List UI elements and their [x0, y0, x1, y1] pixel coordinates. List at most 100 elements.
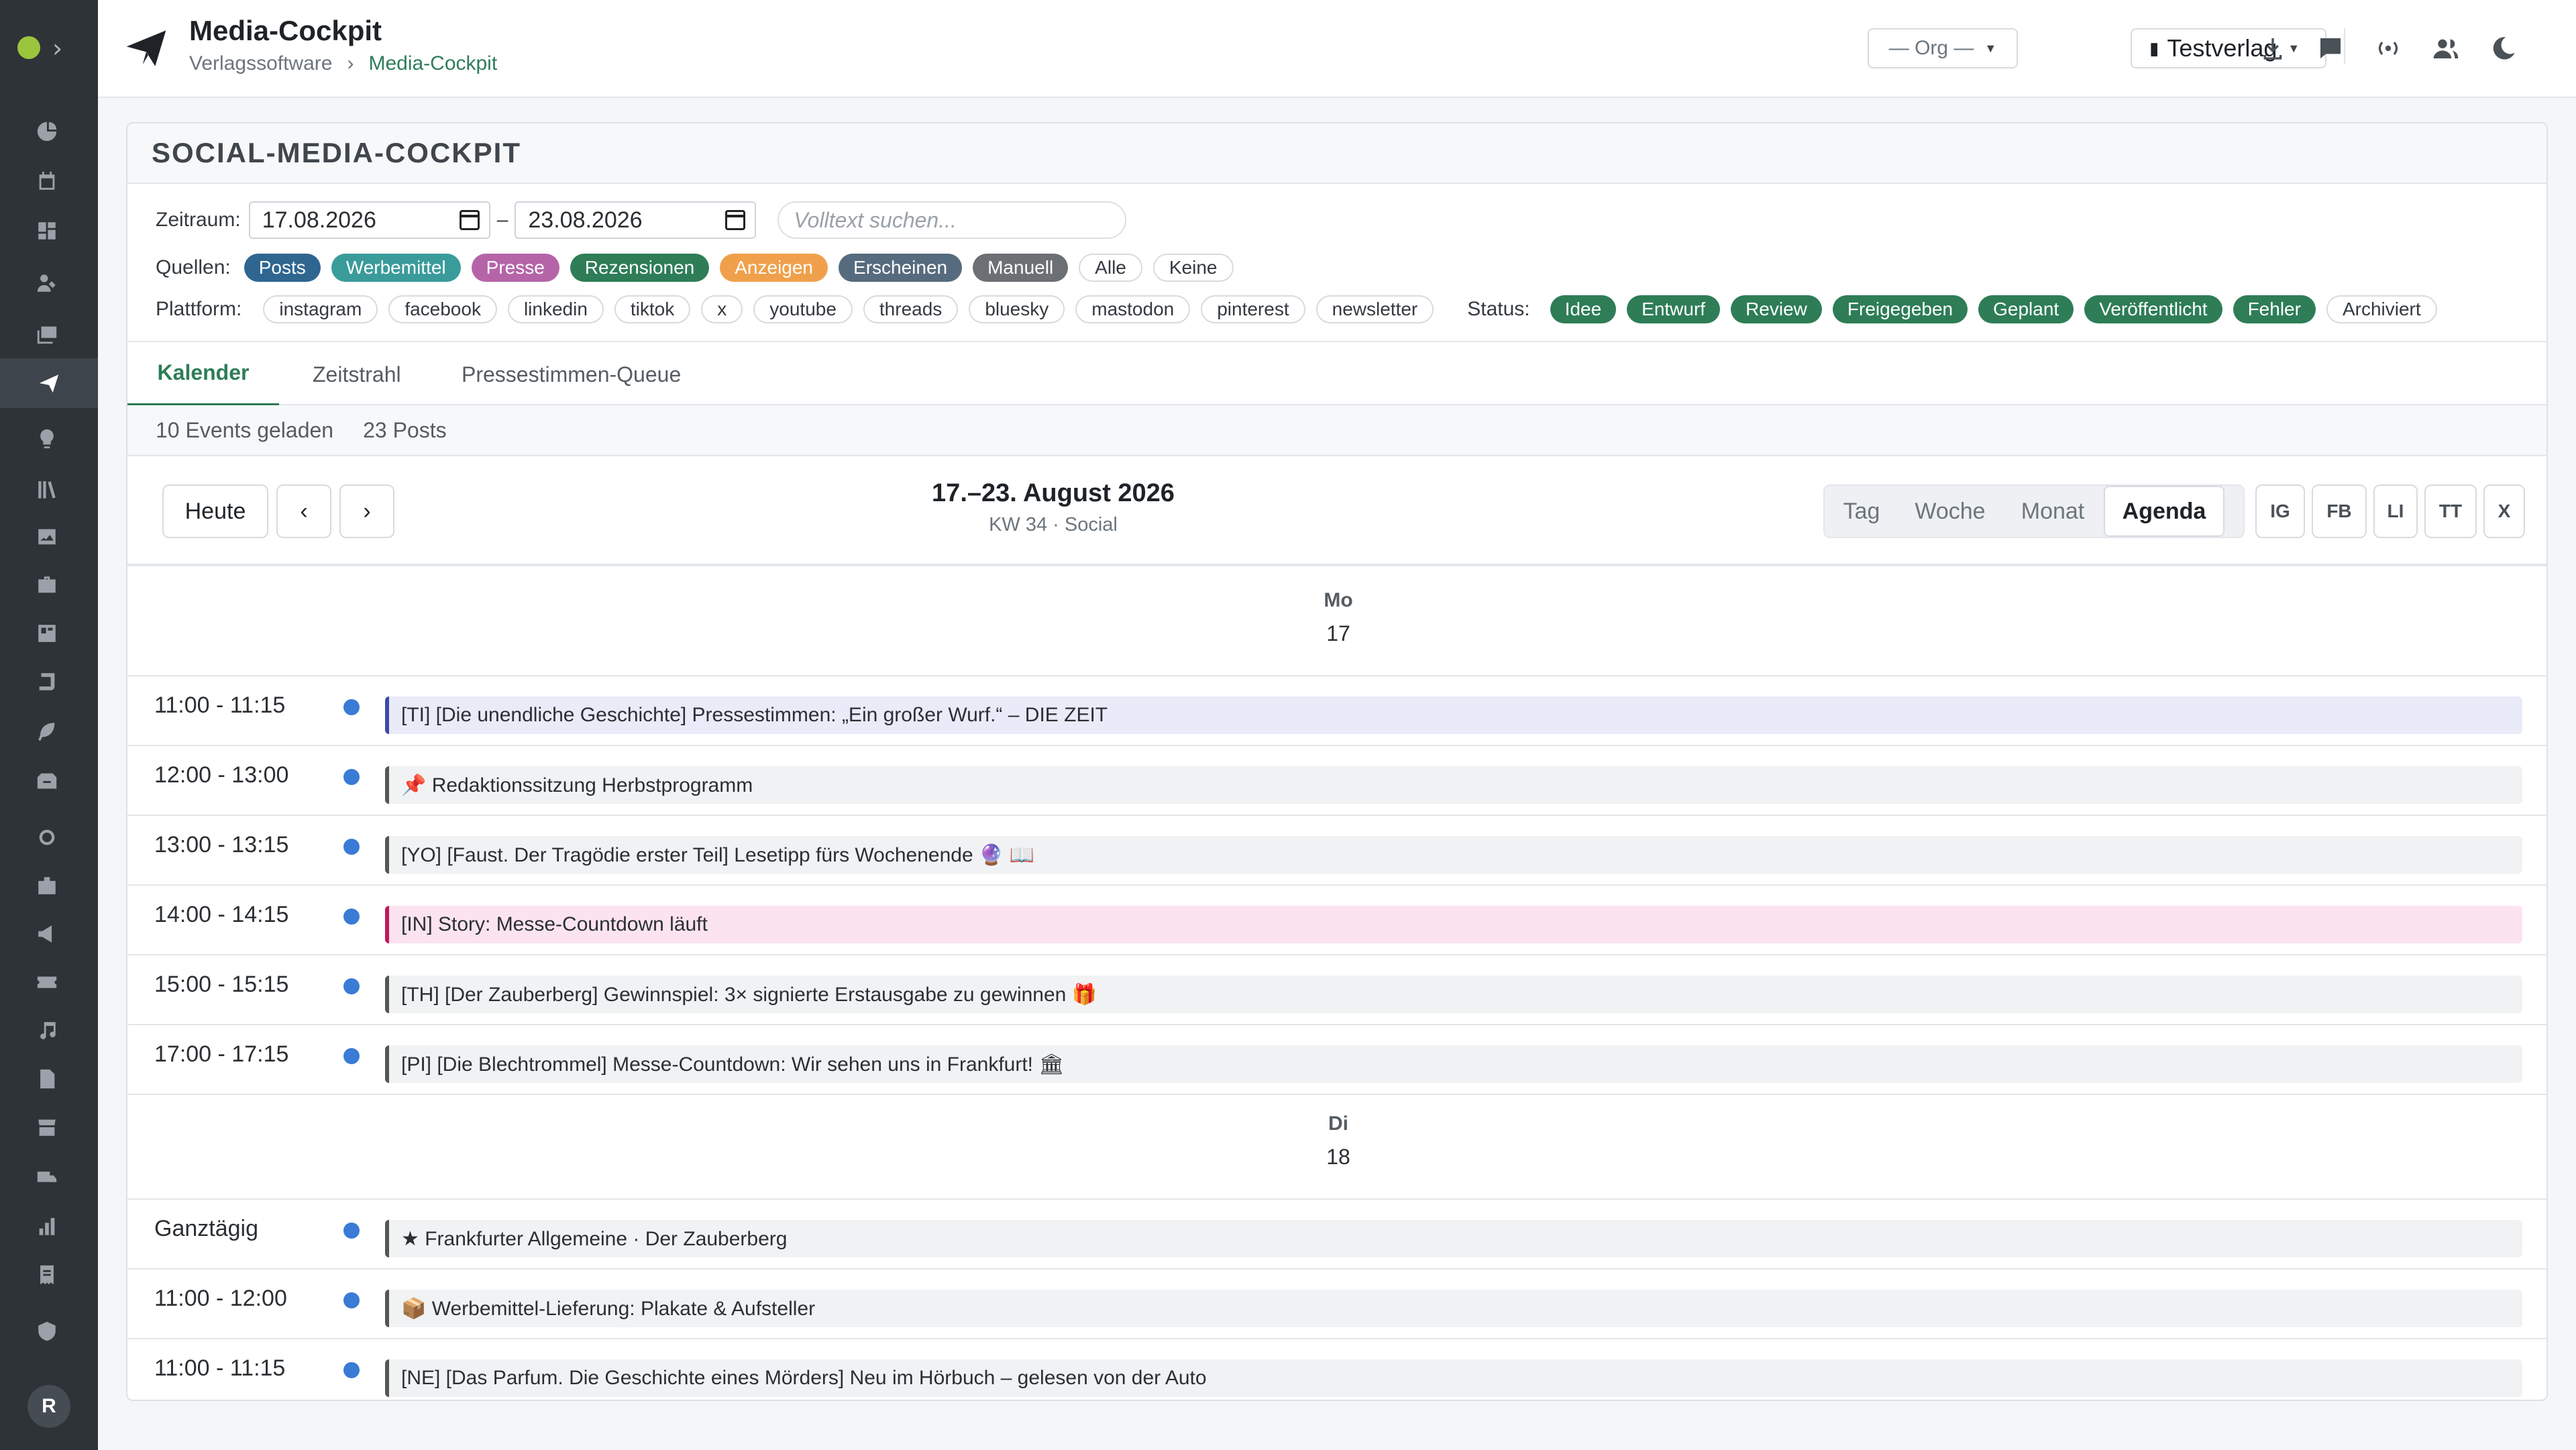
app-logo[interactable]: [17, 36, 40, 59]
verlag-select[interactable]: ▮ Testverlag ▼: [2131, 28, 2326, 68]
store-icon[interactable]: [34, 1114, 60, 1141]
plattform-label: Plattform:: [156, 298, 242, 320]
calendar-icon[interactable]: [34, 168, 60, 195]
users-button[interactable]: [2427, 30, 2465, 67]
event-item[interactable]: 📦 Werbemittel-Lieferung: Plakate & Aufst…: [385, 1290, 2522, 1327]
event-item[interactable]: ★ Frankfurter Allgemeine · Der Zauberber…: [385, 1220, 2522, 1257]
megaphone-icon[interactable]: [34, 921, 60, 947]
document-icon[interactable]: [34, 1066, 60, 1092]
breadcrumb: Verlagssoftware › Media-Cockpit: [189, 52, 497, 75]
plattform-chip-youtube[interactable]: youtube: [753, 295, 853, 323]
platform-button-tt[interactable]: TT: [2424, 484, 2477, 538]
platform-button-fb[interactable]: FB: [2312, 484, 2367, 538]
download-button[interactable]: [2254, 30, 2292, 67]
event-item[interactable]: [TI] [Die unendliche Geschichte] Presses…: [385, 696, 2522, 734]
status-chip-veroeffentlicht[interactable]: Veröffentlicht: [2084, 295, 2222, 323]
quellen-none-button[interactable]: Keine: [1152, 254, 1234, 282]
event-item[interactable]: [PI] [Die Blechtrommel] Messe-Countdown:…: [385, 1045, 2522, 1083]
plattform-chip-newsletter[interactable]: newsletter: [1316, 295, 1434, 323]
tab-kalender[interactable]: Kalender: [127, 342, 279, 407]
platform-button-li[interactable]: LI: [2373, 484, 2418, 538]
archive-icon[interactable]: [34, 768, 60, 794]
day-weekday: Mo: [1324, 589, 1353, 611]
platform-button-ig[interactable]: IG: [2255, 484, 2305, 538]
receipt-icon[interactable]: [34, 1261, 60, 1288]
quelle-chip-rezensionen[interactable]: Rezensionen: [570, 254, 710, 282]
view-tag-button[interactable]: Tag: [1825, 486, 1898, 537]
status-chip-idee[interactable]: Idee: [1550, 295, 1617, 323]
avatar[interactable]: R: [28, 1385, 70, 1428]
feather-icon[interactable]: [34, 718, 60, 745]
chart-icon[interactable]: [34, 1213, 60, 1240]
status-chip-archiviert[interactable]: Archiviert: [2326, 295, 2437, 323]
shield-icon[interactable]: [34, 1318, 60, 1345]
event-time: 11:00 - 11:15: [154, 1355, 286, 1381]
chat-button[interactable]: [2312, 30, 2349, 67]
search-input[interactable]: Volltext suchen...: [777, 201, 1127, 239]
breadcrumb-separator: ›: [347, 52, 354, 74]
status-chip-geplant[interactable]: Geplant: [1978, 295, 2074, 323]
calendar-icon[interactable]: [459, 210, 480, 230]
status-chip-entwurf[interactable]: Entwurf: [1627, 295, 1721, 323]
status-chip-fehler[interactable]: Fehler: [2233, 295, 2316, 323]
quelle-chip-posts[interactable]: Posts: [244, 254, 321, 282]
grid-icon[interactable]: [34, 217, 60, 244]
calendar-icon[interactable]: [725, 210, 746, 230]
stats-bar: 10 Events geladen 23 Posts: [127, 405, 2546, 456]
plattform-chip-linkedin[interactable]: linkedin: [507, 295, 604, 323]
dashboard-icon[interactable]: [34, 118, 60, 145]
image-icon[interactable]: [34, 523, 60, 550]
date-to-input[interactable]: 23.08.2026: [515, 201, 757, 239]
breadcrumb-item[interactable]: Verlagssoftware: [189, 52, 332, 74]
quelle-chip-erscheinen[interactable]: Erscheinen: [839, 254, 963, 282]
sidebar-expand-icon[interactable]: ›: [52, 34, 62, 63]
status-chip-freigegeben[interactable]: Freigegeben: [1832, 295, 1968, 323]
card-title: SOCIAL-MEDIA-COCKPIT: [127, 123, 2546, 184]
truck-icon[interactable]: [34, 1165, 60, 1192]
quelle-chip-manuell[interactable]: Manuell: [973, 254, 1069, 282]
tab-pressestimmen-queue[interactable]: Pressestimmen-Queue: [462, 342, 681, 407]
status-chip-review[interactable]: Review: [1731, 295, 1822, 323]
plattform-chip-threads[interactable]: threads: [863, 295, 959, 323]
event-item[interactable]: 📌 Redaktionssitzung Herbstprogramm: [385, 766, 2522, 804]
images-icon[interactable]: [34, 321, 60, 348]
view-woche-button[interactable]: Woche: [1898, 486, 2002, 537]
plattform-chip-pinterest[interactable]: pinterest: [1201, 295, 1305, 323]
view-monat-button[interactable]: Monat: [2002, 486, 2104, 537]
quelle-chip-presse[interactable]: Presse: [471, 254, 559, 282]
plattform-chip-instagram[interactable]: instagram: [263, 295, 378, 323]
plattform-chip-mastodon[interactable]: mastodon: [1075, 295, 1191, 323]
view-agenda-button[interactable]: Agenda: [2104, 486, 2224, 537]
event-item[interactable]: [IN] Story: Messe-Countdown läuft: [385, 906, 2522, 943]
plattform-chip-x[interactable]: x: [701, 295, 743, 323]
lightbulb-icon[interactable]: [34, 425, 60, 452]
event-item[interactable]: [TH] [Der Zauberberg] Gewinnspiel: 3× si…: [385, 976, 2522, 1013]
package-icon[interactable]: [34, 872, 60, 899]
scroll-icon[interactable]: [34, 668, 60, 695]
dark-mode-button[interactable]: [2485, 30, 2522, 67]
plattform-chip-facebook[interactable]: facebook: [388, 295, 497, 323]
quelle-chip-anzeigen[interactable]: Anzeigen: [720, 254, 828, 282]
board-icon[interactable]: [34, 620, 60, 647]
zeitraum-row: Zeitraum: 17.08.2026 – 23.08.2026 Vollte…: [156, 201, 1127, 239]
quelle-chip-werbemittel[interactable]: Werbemittel: [331, 254, 461, 282]
tab-zeitstrahl[interactable]: Zeitstrahl: [313, 342, 401, 407]
platform-button-x[interactable]: X: [2483, 484, 2525, 538]
date-from-input[interactable]: 17.08.2026: [248, 201, 490, 239]
circle-icon[interactable]: [34, 824, 60, 851]
org-select[interactable]: — Org — ▼: [1868, 28, 2018, 68]
user-edit-icon[interactable]: [34, 270, 60, 297]
social-media-icon[interactable]: [0, 358, 98, 408]
ticket-icon[interactable]: [34, 969, 60, 996]
event-item[interactable]: [YO] [Faust. Der Tragödie erster Teil] L…: [385, 836, 2522, 874]
event-dot: [343, 909, 360, 925]
event-dot: [343, 1292, 360, 1308]
broadcast-button[interactable]: [2369, 30, 2407, 67]
plattform-chip-tiktok[interactable]: tiktok: [614, 295, 691, 323]
music-icon[interactable]: [34, 1017, 60, 1044]
library-icon[interactable]: [34, 476, 60, 503]
event-item[interactable]: [NE] [Das Parfum. Die Geschichte eines M…: [385, 1359, 2522, 1397]
quellen-all-button[interactable]: Alle: [1079, 254, 1142, 282]
briefcase-icon[interactable]: [34, 572, 60, 599]
plattform-chip-bluesky[interactable]: bluesky: [969, 295, 1065, 323]
